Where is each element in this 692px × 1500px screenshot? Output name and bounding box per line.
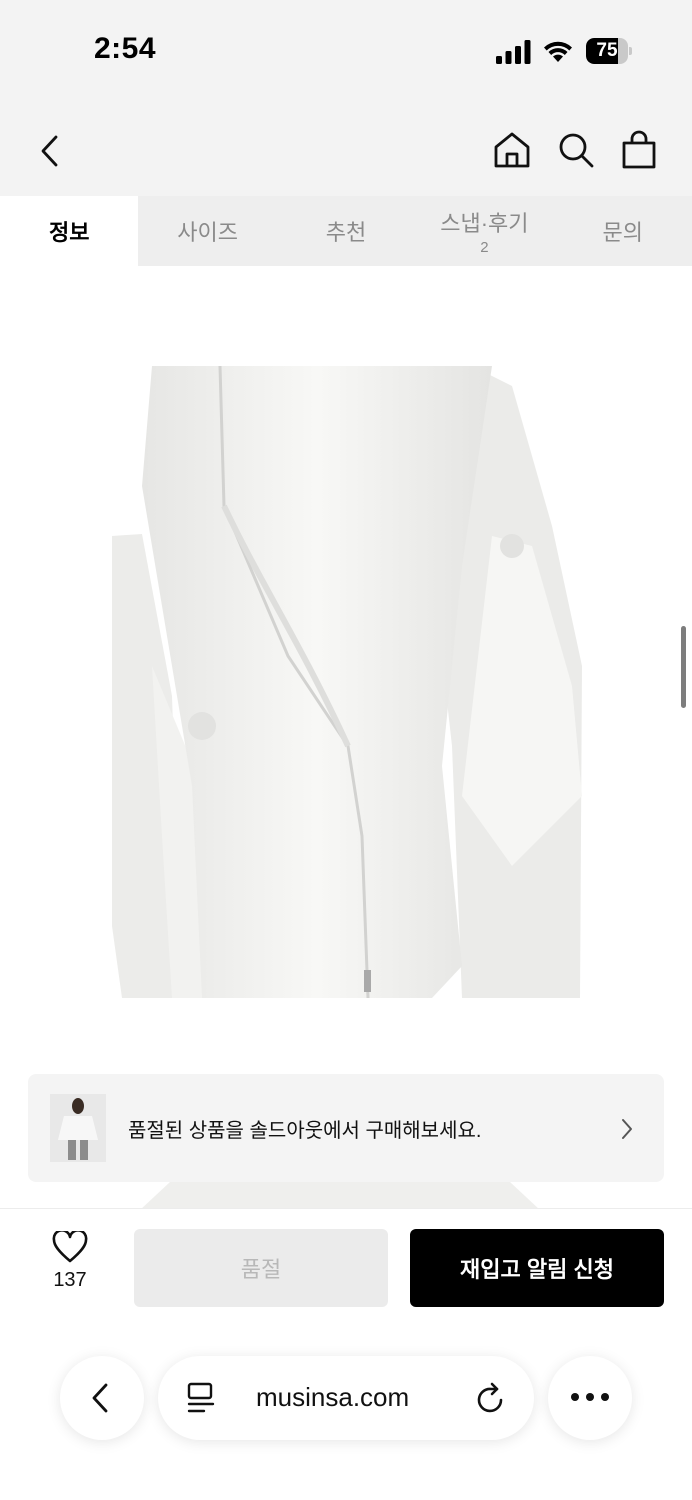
- chevron-right-icon: [622, 1119, 632, 1139]
- like-count: 137: [53, 1269, 87, 1291]
- reload-icon[interactable]: [476, 1382, 506, 1414]
- tab-info[interactable]: 정보: [0, 196, 139, 266]
- tab-snap-review[interactable]: 스냅·후기 2: [415, 196, 553, 266]
- chevron-left-icon: [92, 1383, 108, 1413]
- tab-label: 추천: [325, 220, 367, 245]
- tab-recommend[interactable]: 추천: [277, 196, 415, 266]
- home-icon[interactable]: [492, 130, 532, 170]
- status-bar: 2:54 75: [0, 0, 692, 104]
- wifi-icon: [544, 41, 572, 62]
- browser-more-button[interactable]: [548, 1356, 632, 1440]
- status-time: 2:54: [94, 32, 157, 65]
- bottom-action-bar: 137 품절 재입고 알림 신청: [0, 1208, 692, 1500]
- soldout-banner[interactable]: 품절된 상품을 솔드아웃에서 구매해보세요.: [28, 1074, 664, 1182]
- chevron-left-icon[interactable]: [38, 134, 60, 168]
- cellular-signal-icon: [496, 40, 531, 64]
- product-header: [0, 104, 692, 196]
- battery-indicator: 75: [586, 38, 632, 64]
- product-tabs: 정보 사이즈 추천 스냅·후기 2 문의: [0, 196, 692, 266]
- tab-label: 사이즈: [177, 220, 238, 245]
- review-count: 2: [480, 239, 489, 256]
- search-icon[interactable]: [556, 130, 596, 170]
- tab-label: 정보: [48, 220, 90, 245]
- tab-label: 스냅·후기: [440, 211, 529, 236]
- next-image-peek: [140, 1182, 540, 1210]
- url-text: musinsa.com: [256, 1382, 410, 1412]
- banner-text: 품절된 상품을 솔드아웃에서 구매해보세요.: [128, 1120, 482, 1142]
- restock-alert-button[interactable]: 재입고 알림 신청: [410, 1229, 664, 1307]
- like-button[interactable]: 137: [36, 1231, 104, 1311]
- product-image: [112, 366, 582, 998]
- tab-label: 문의: [602, 220, 643, 245]
- address-bar[interactable]: musinsa.com: [158, 1356, 534, 1440]
- tab-size[interactable]: 사이즈: [138, 196, 276, 266]
- soldout-button: 품절: [134, 1229, 388, 1307]
- scroll-indicator[interactable]: [681, 626, 686, 708]
- heart-icon: [52, 1231, 88, 1263]
- page-menu-icon[interactable]: [186, 1382, 216, 1414]
- tab-inquiry[interactable]: 문의: [554, 196, 692, 266]
- shopping-bag-icon[interactable]: [620, 130, 658, 170]
- battery-percent: 75: [596, 40, 618, 61]
- browser-back-button[interactable]: [60, 1356, 144, 1440]
- banner-thumbnail: [50, 1094, 106, 1162]
- more-icon: [571, 1393, 609, 1401]
